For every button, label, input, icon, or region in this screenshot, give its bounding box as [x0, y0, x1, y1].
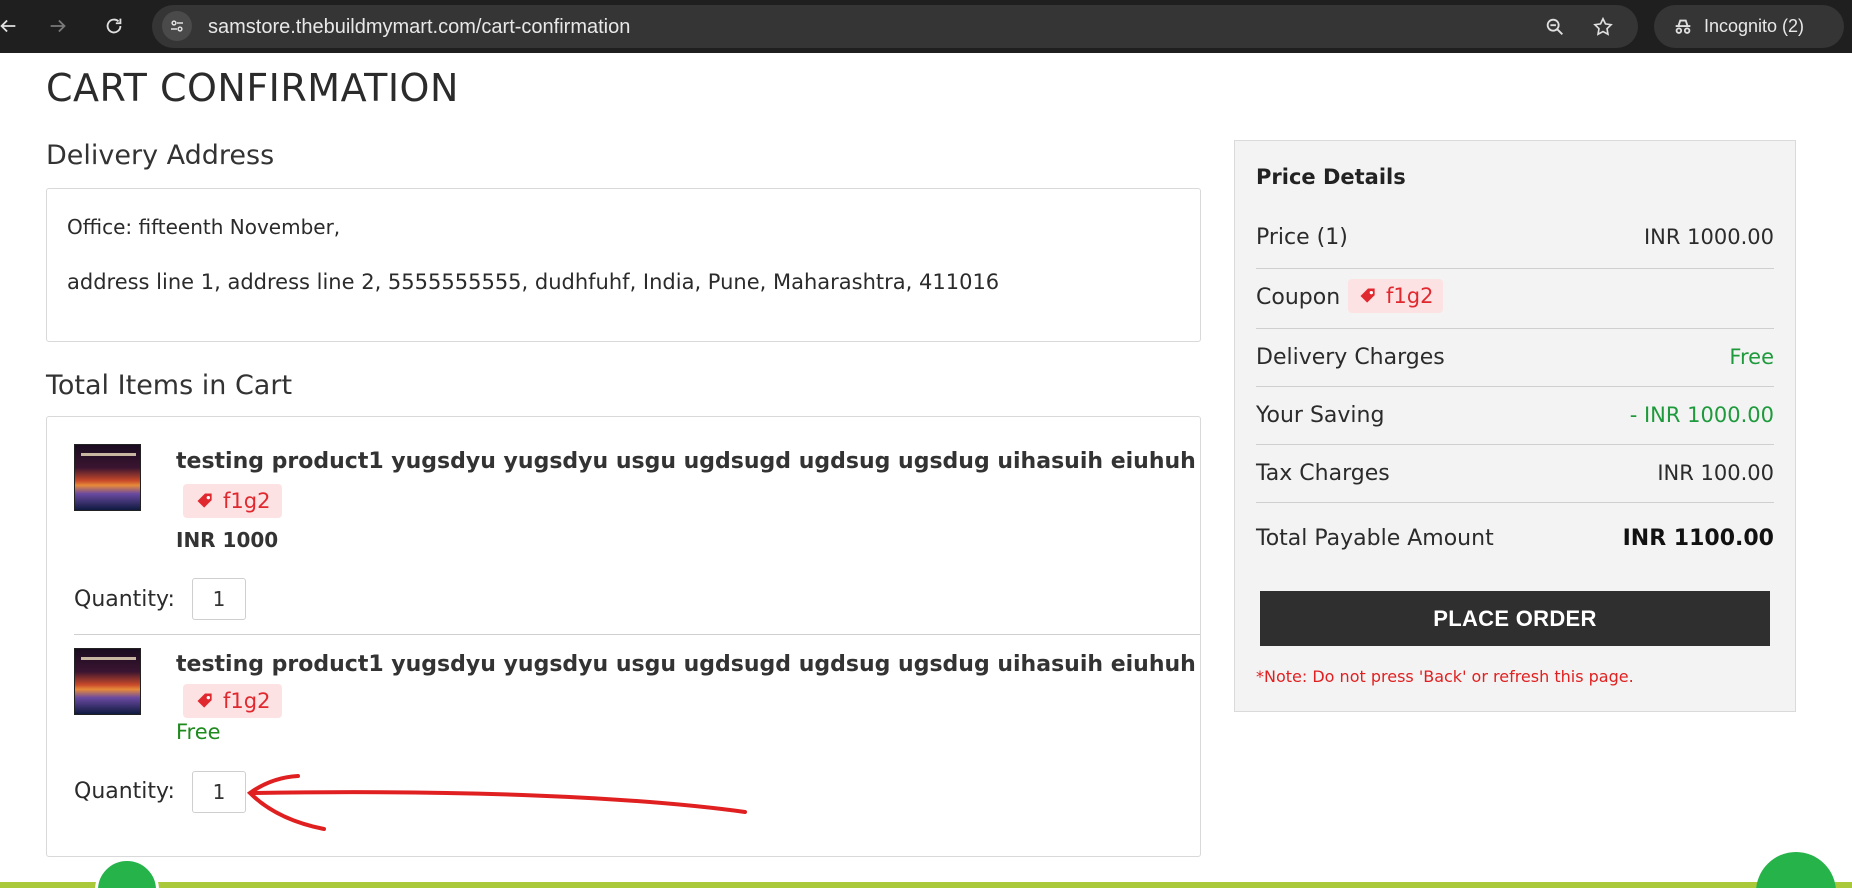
address-bar[interactable]: samstore.thebuildmymart.com/cart-confirm… — [152, 5, 1638, 48]
incognito-icon — [1675, 19, 1691, 34]
coupon-code: f1g2 — [223, 489, 271, 513]
quantity-label: Quantity: — [74, 779, 175, 804]
product-thumbnail[interactable] — [74, 648, 141, 715]
forward-arrow-icon — [50, 19, 66, 33]
quantity-field[interactable]: 1 — [192, 771, 246, 813]
saving-value: - INR 1000.00 — [1629, 403, 1774, 427]
url-text[interactable]: samstore.thebuildmymart.com/cart-confirm… — [208, 16, 630, 39]
bookmark-star-icon[interactable] — [1590, 14, 1616, 40]
total-row: Total Payable Amount INR 1100.00 — [1256, 526, 1774, 566]
page-title: CART CONFIRMATION — [46, 66, 459, 110]
place-order-button[interactable]: PLACE ORDER — [1260, 591, 1770, 646]
delivery-address-heading: Delivery Address — [46, 140, 275, 171]
coupon-tag-icon — [197, 693, 212, 708]
price-label: Price (1) — [1256, 225, 1348, 250]
coupon-label: Coupon — [1256, 285, 1341, 310]
reload-button[interactable] — [98, 10, 130, 42]
product-name[interactable]: testing product1 yugsdyu yugsdyu usgu ug… — [176, 449, 1196, 474]
coupon-badge: f1g2 — [183, 484, 283, 518]
delivery-charges-row: Delivery Charges Free — [1256, 329, 1774, 387]
delivery-charges-value: Free — [1729, 345, 1774, 369]
item-divider — [74, 634, 1200, 635]
quantity-field[interactable]: 1 — [192, 578, 246, 620]
address-line-1: Office: fifteenth November, — [67, 215, 341, 239]
whatsapp-chat-icon[interactable] — [1756, 852, 1836, 888]
coupon-tag-icon — [1360, 288, 1375, 303]
coupon-tag-icon — [197, 493, 212, 508]
product-price: INR 1000 — [176, 528, 279, 552]
zoom-icon[interactable] — [1542, 14, 1568, 40]
price-details-panel: Price Details Price (1) INR 1000.00 Coup… — [1234, 140, 1796, 712]
tax-label: Tax Charges — [1256, 461, 1390, 486]
refresh-warning-note: *Note: Do not press 'Back' or refresh th… — [1256, 667, 1634, 686]
incognito-label: Incognito (2) — [1704, 16, 1805, 36]
address-line-2: address line 1, address line 2, 55555555… — [67, 270, 1000, 294]
tax-row: Tax Charges INR 100.00 — [1256, 445, 1774, 503]
coupon-badge: f1g2 — [183, 684, 283, 718]
quantity-label: Quantity: — [74, 587, 175, 612]
cart-items-heading: Total Items in Cart — [46, 370, 293, 401]
price-details-title: Price Details — [1256, 165, 1406, 189]
coupon-row: Coupon f1g2 — [1256, 269, 1774, 329]
tax-value: INR 100.00 — [1657, 461, 1774, 485]
browser-toolbar: samstore.thebuildmymart.com/cart-confirm… — [0, 0, 1852, 53]
back-arrow-icon — [0, 19, 16, 33]
product-thumbnail[interactable] — [74, 444, 141, 511]
coupon-code: f1g2 — [223, 689, 271, 713]
incognito-indicator[interactable]: Incognito (2) — [1654, 5, 1844, 48]
total-label: Total Payable Amount — [1256, 526, 1494, 551]
footer-stripe — [0, 882, 1852, 888]
product-name[interactable]: testing product1 yugsdyu yugsdyu usgu ug… — [176, 652, 1196, 677]
total-value: INR 1100.00 — [1622, 526, 1774, 551]
coupon-badge: f1g2 — [1348, 279, 1444, 313]
saving-row: Your Saving - INR 1000.00 — [1256, 387, 1774, 445]
price-row: Price (1) INR 1000.00 — [1256, 211, 1774, 269]
price-value: INR 1000.00 — [1643, 225, 1774, 249]
delivery-address-box: Office: fifteenth November, address line… — [46, 188, 1201, 342]
product-price: Free — [176, 720, 221, 744]
delivery-charges-label: Delivery Charges — [1256, 345, 1445, 370]
site-settings-icon[interactable] — [162, 11, 192, 41]
reload-icon — [106, 18, 122, 34]
cart-items-box: testing product1 yugsdyu yugsdyu usgu ug… — [46, 416, 1201, 857]
phone-call-icon[interactable] — [95, 858, 159, 888]
saving-label: Your Saving — [1256, 403, 1385, 428]
coupon-code: f1g2 — [1386, 284, 1434, 308]
forward-button[interactable] — [42, 10, 74, 42]
back-button[interactable] — [0, 10, 24, 42]
